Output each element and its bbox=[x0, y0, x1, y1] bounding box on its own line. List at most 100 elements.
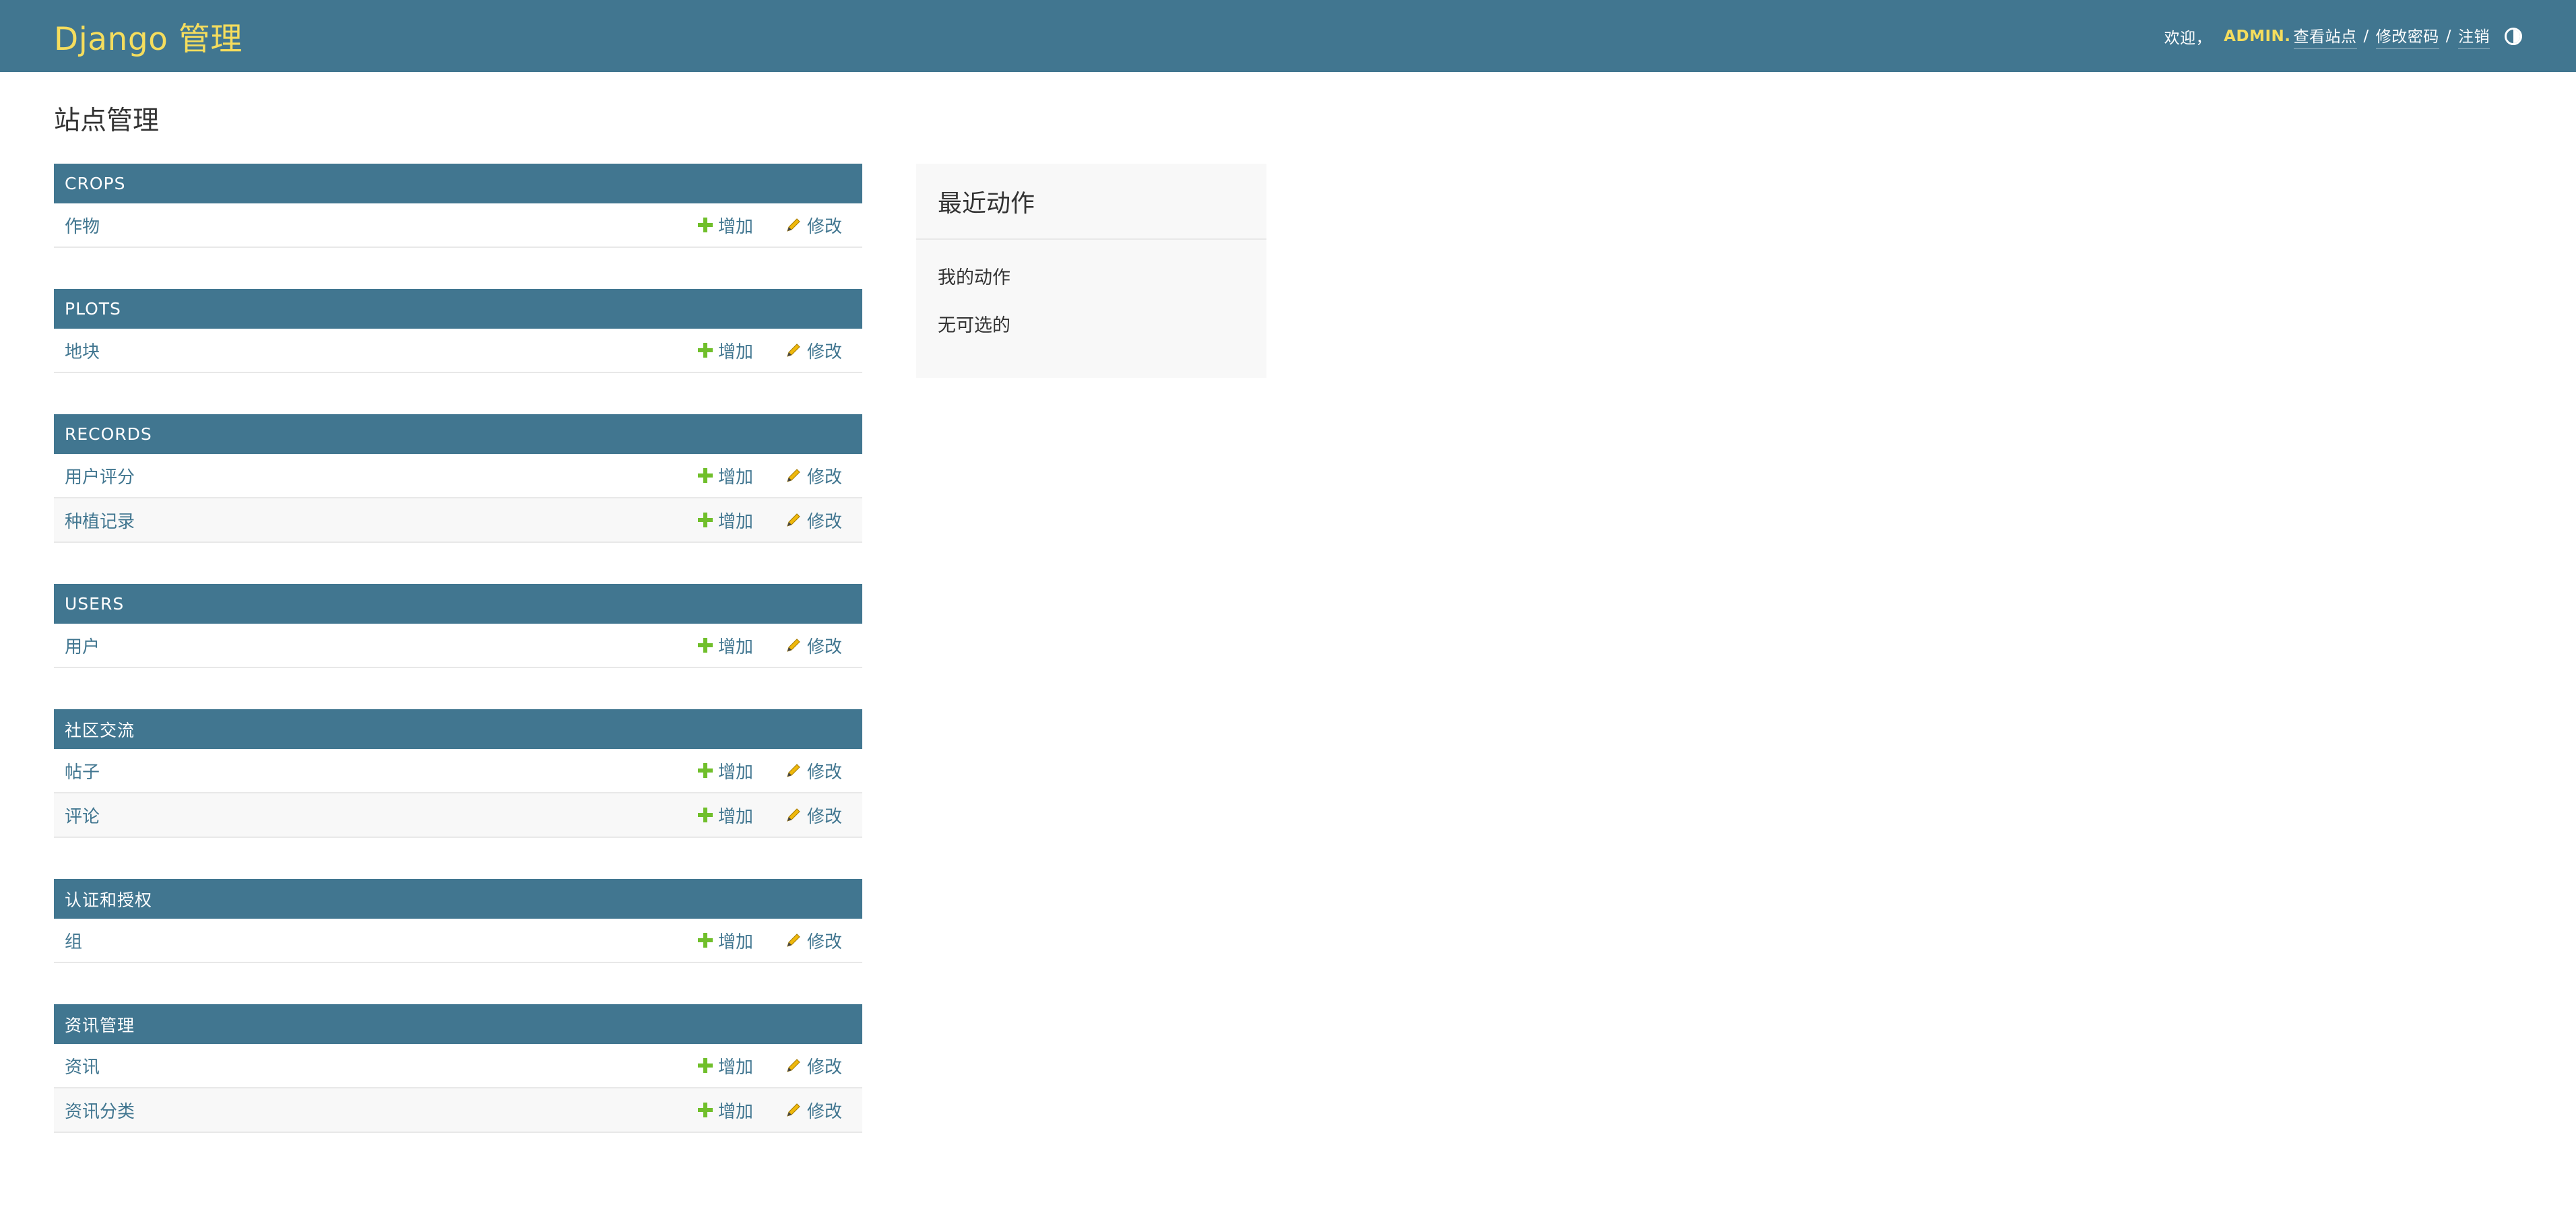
module-caption[interactable]: 资讯管理 bbox=[54, 1004, 862, 1044]
plus-icon bbox=[697, 1103, 713, 1117]
pencil-icon bbox=[785, 342, 802, 358]
theme-toggle-icon[interactable] bbox=[2505, 27, 2522, 45]
username: ADMIN. bbox=[2224, 27, 2291, 45]
model-link[interactable]: 地块 bbox=[65, 338, 698, 363]
model-link[interactable]: 作物 bbox=[65, 213, 698, 238]
add-link[interactable]: 增加 bbox=[697, 1053, 753, 1078]
app-module: RECORDS 用户评分 增加 修改 种植记录 增加 修改 bbox=[54, 414, 862, 543]
app-module: USERS 用户 增加 修改 bbox=[54, 584, 862, 668]
no-actions-text: 无可选的 bbox=[938, 315, 1010, 336]
pencil-icon bbox=[785, 512, 802, 528]
app-module: 社区交流 帖子 增加 修改 评论 增加 修改 bbox=[54, 709, 862, 838]
model-link[interactable]: 组 bbox=[65, 928, 698, 953]
user-tools: 欢迎， ADMIN. 查看站点 / 修改密码 / 注销 bbox=[2164, 24, 2522, 49]
plus-icon bbox=[697, 638, 713, 653]
add-label: 增加 bbox=[717, 216, 753, 237]
model-row: 帖子 增加 修改 bbox=[54, 749, 862, 793]
model-link[interactable]: 资讯分类 bbox=[65, 1098, 698, 1123]
change-link[interactable]: 修改 bbox=[785, 1098, 842, 1123]
add-label: 增加 bbox=[717, 1057, 753, 1078]
model-row: 组增加 修改 bbox=[54, 919, 862, 963]
model-link[interactable]: 评论 bbox=[65, 803, 698, 828]
change-link[interactable]: 修改 bbox=[785, 758, 842, 783]
add-link[interactable]: 增加 bbox=[697, 758, 753, 783]
logout-link[interactable]: 注销 bbox=[2458, 24, 2490, 49]
add-link[interactable]: 增加 bbox=[697, 928, 753, 953]
change-label: 修改 bbox=[806, 636, 842, 657]
plus-icon bbox=[697, 933, 713, 948]
my-actions-heading: 我的动作 bbox=[938, 267, 1010, 288]
app-module: CROPS 作物 增加 修改 bbox=[54, 164, 862, 248]
add-label: 增加 bbox=[717, 341, 753, 362]
add-label: 增加 bbox=[717, 762, 753, 783]
pencil-icon bbox=[785, 1057, 802, 1074]
add-label: 增加 bbox=[717, 467, 753, 488]
module-caption[interactable]: CROPS bbox=[54, 164, 862, 203]
app-module: PLOTS 地块 增加 修改 bbox=[54, 289, 862, 373]
header: Django 管理 欢迎， ADMIN. 查看站点 / 修改密码 / 注销 bbox=[0, 0, 2576, 72]
plus-icon bbox=[697, 468, 713, 483]
module-caption[interactable]: PLOTS bbox=[54, 289, 862, 329]
change-link[interactable]: 修改 bbox=[785, 213, 842, 238]
change-label: 修改 bbox=[806, 467, 842, 488]
model-link[interactable]: 用户 bbox=[65, 633, 698, 658]
change-label: 修改 bbox=[806, 511, 842, 532]
model-link[interactable]: 种植记录 bbox=[65, 508, 698, 533]
plus-icon bbox=[697, 513, 713, 527]
model-row: 评论 增加 修改 bbox=[54, 793, 862, 838]
change-label: 修改 bbox=[806, 1101, 842, 1122]
model-row: 资讯分类 增加 修改 bbox=[54, 1088, 862, 1133]
pencil-icon bbox=[785, 807, 802, 823]
change-link[interactable]: 修改 bbox=[785, 463, 842, 488]
pencil-icon bbox=[785, 932, 802, 948]
add-label: 增加 bbox=[717, 1101, 753, 1122]
add-link[interactable]: 增加 bbox=[697, 338, 753, 363]
change-label: 修改 bbox=[806, 762, 842, 783]
plus-icon bbox=[697, 1058, 713, 1073]
model-link[interactable]: 用户评分 bbox=[65, 463, 698, 488]
site-branding[interactable]: Django 管理 bbox=[54, 13, 243, 59]
change-link[interactable]: 修改 bbox=[785, 803, 842, 828]
app-module: 认证和授权组增加 修改 bbox=[54, 879, 862, 963]
pencil-icon bbox=[785, 467, 802, 484]
view-site-link[interactable]: 查看站点 bbox=[2293, 24, 2357, 49]
add-label: 增加 bbox=[717, 511, 753, 532]
model-row: 资讯 增加 修改 bbox=[54, 1044, 862, 1088]
change-link[interactable]: 修改 bbox=[785, 1053, 842, 1078]
change-link[interactable]: 修改 bbox=[785, 508, 842, 533]
pencil-icon bbox=[785, 762, 802, 779]
add-link[interactable]: 增加 bbox=[697, 213, 753, 238]
app-module: 资讯管理 资讯 增加 修改 资讯分类 增加 修改 bbox=[54, 1004, 862, 1133]
model-row: 地块 增加 修改 bbox=[54, 329, 862, 373]
add-label: 增加 bbox=[717, 931, 753, 952]
add-link[interactable]: 增加 bbox=[697, 463, 753, 488]
recent-actions-panel: 最近动作 我的动作 无可选的 bbox=[916, 164, 1266, 378]
model-row: 作物 增加 修改 bbox=[54, 203, 862, 248]
change-label: 修改 bbox=[806, 1057, 842, 1078]
change-link[interactable]: 修改 bbox=[785, 633, 842, 658]
plus-icon bbox=[697, 218, 713, 232]
pencil-icon bbox=[785, 1102, 802, 1118]
welcome-text: 欢迎， bbox=[2164, 29, 2212, 47]
model-row: 用户评分 增加 修改 bbox=[54, 454, 862, 498]
add-label: 增加 bbox=[717, 636, 753, 657]
change-label: 修改 bbox=[806, 216, 842, 237]
module-caption[interactable]: 认证和授权 bbox=[54, 879, 862, 919]
model-link[interactable]: 资讯 bbox=[65, 1053, 698, 1078]
plus-icon bbox=[697, 763, 713, 778]
module-caption[interactable]: 社区交流 bbox=[54, 709, 862, 749]
module-caption[interactable]: RECORDS bbox=[54, 414, 862, 454]
change-label: 修改 bbox=[806, 931, 842, 952]
add-link[interactable]: 增加 bbox=[697, 803, 753, 828]
add-link[interactable]: 增加 bbox=[697, 1098, 753, 1123]
change-link[interactable]: 修改 bbox=[785, 928, 842, 953]
add-link[interactable]: 增加 bbox=[697, 508, 753, 533]
pencil-icon bbox=[785, 637, 802, 653]
add-label: 增加 bbox=[717, 806, 753, 827]
app-module-list: CROPS 作物 增加 修改 PLOTS 地块 增加 修改 RECORDS 用户评分 增加 修改 种植记… bbox=[54, 164, 862, 1174]
change-link[interactable]: 修改 bbox=[785, 338, 842, 363]
module-caption[interactable]: USERS bbox=[54, 584, 862, 624]
model-link[interactable]: 帖子 bbox=[65, 758, 698, 783]
add-link[interactable]: 增加 bbox=[697, 633, 753, 658]
change-password-link[interactable]: 修改密码 bbox=[2375, 24, 2439, 49]
